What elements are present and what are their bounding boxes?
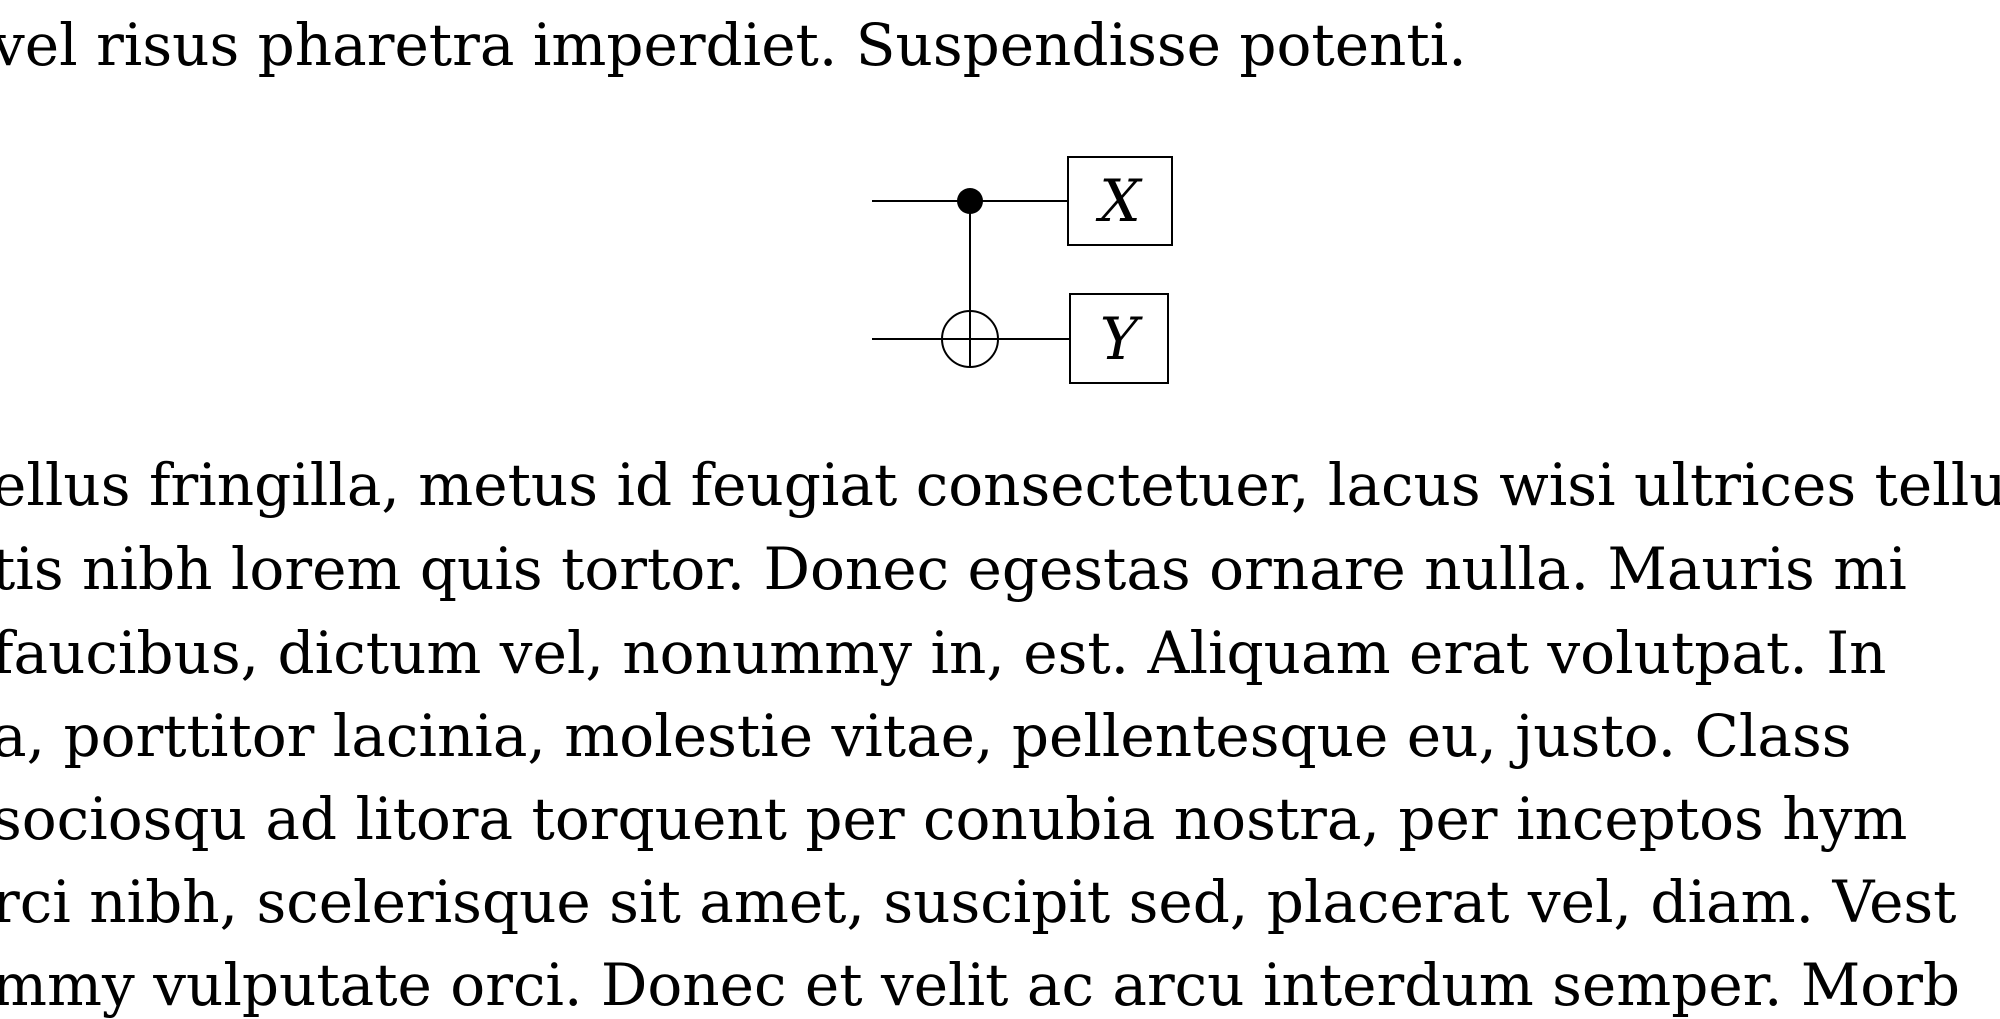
- paragraph-line: ellus fringilla, metus id feugiat consec…: [0, 451, 2000, 519]
- control-dot: [957, 188, 983, 214]
- paragraph-line: sociosqu ad litora torquent per conubia …: [0, 785, 1908, 853]
- paragraph-line: mmy vulputate orci. Donec et velit ac ar…: [0, 951, 1961, 1019]
- gate-y-label: Y: [1100, 305, 1143, 373]
- quantum-circuit-diagram: X Y: [872, 156, 1173, 384]
- gate-x-label: X: [1095, 167, 1143, 235]
- paragraph-line: tis nibh lorem quis tortor. Donec egesta…: [0, 535, 1907, 603]
- paragraph-line: rci nibh, scelerisque sit amet, suscipit…: [0, 868, 1957, 936]
- paragraph-line: a, porttitor lacinia, molestie vitae, pe…: [0, 702, 1852, 770]
- text-line-top: vel risus pharetra imperdiet. Suspendiss…: [0, 11, 1467, 79]
- paragraph-line: faucibus, dictum vel, nonummy in, est. A…: [0, 619, 1887, 687]
